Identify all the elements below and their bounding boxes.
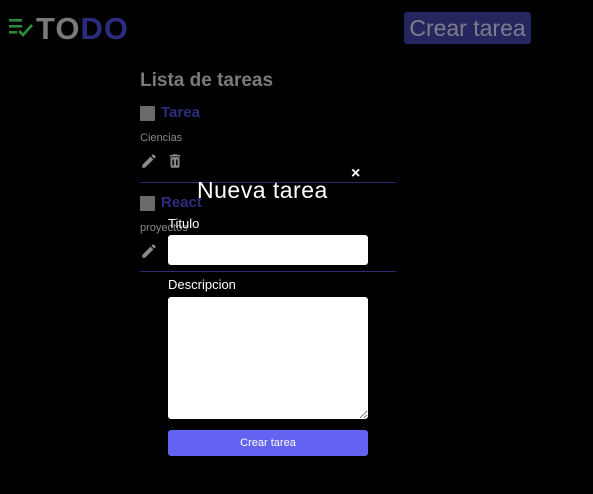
pencil-icon[interactable]: [140, 242, 158, 260]
playlist-check-icon: [9, 19, 34, 38]
title-label: Titulo: [168, 216, 200, 231]
description-textarea[interactable]: [168, 297, 368, 419]
task-checkbox[interactable]: [140, 196, 155, 211]
pencil-icon[interactable]: [140, 152, 158, 170]
task-checkbox[interactable]: [140, 106, 155, 121]
task-divider: [140, 271, 396, 272]
title-input[interactable]: [168, 235, 368, 265]
modal-title: Nueva tarea: [197, 177, 328, 203]
description-label: Descripcion: [168, 277, 236, 292]
logo-to: TO: [36, 11, 81, 46]
logo-do: DO: [80, 11, 129, 46]
app-header: TODO Crear tarea: [0, 0, 593, 60]
task-category: Ciencias: [140, 132, 183, 144]
create-task-submit-button[interactable]: Crear tarea: [168, 430, 368, 456]
list-title: Lista de tareas: [140, 70, 274, 91]
task-title: React: [161, 194, 202, 211]
app-logo: TODO: [36, 11, 129, 47]
task-title: Tarea: [161, 104, 200, 121]
close-icon[interactable]: ×: [351, 165, 360, 183]
create-task-header-button[interactable]: Crear tarea: [404, 12, 531, 44]
trash-icon[interactable]: [166, 152, 184, 170]
